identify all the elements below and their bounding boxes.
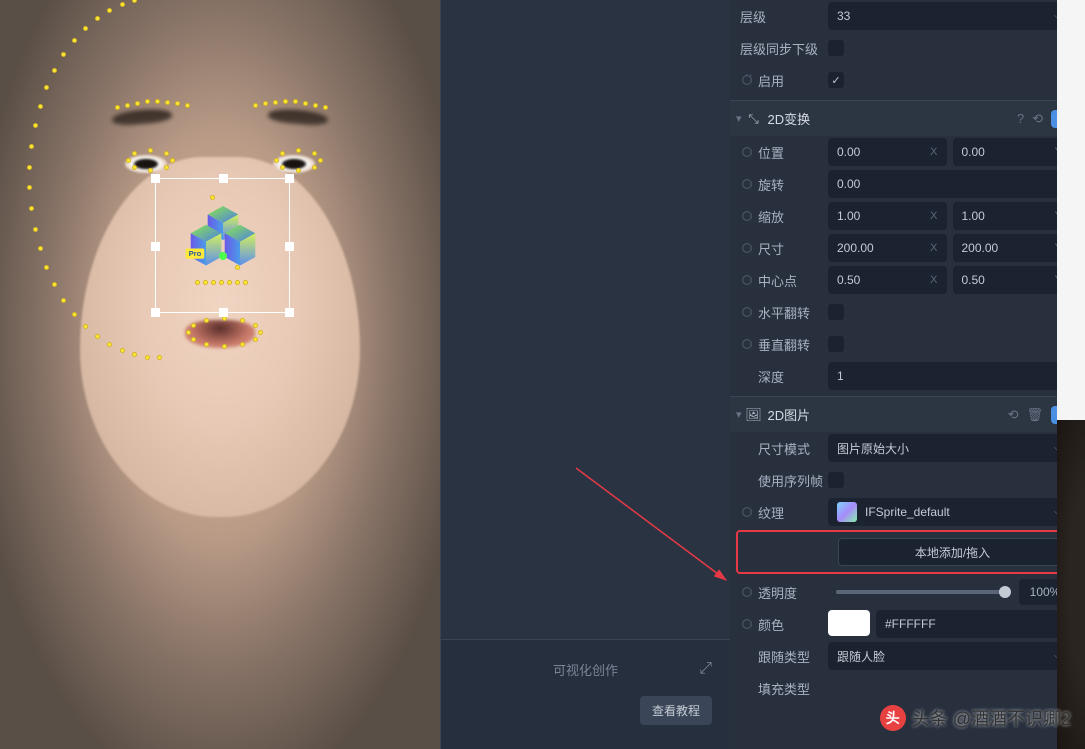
- texture-dropdown[interactable]: IFSprite_default: [828, 498, 1071, 526]
- svg-text:Pro: Pro: [188, 249, 201, 258]
- resize-handle-ml[interactable]: [151, 242, 160, 251]
- enabled-checkbox[interactable]: [828, 72, 844, 88]
- color-swatch[interactable]: [828, 610, 870, 636]
- hflip-label: 水平翻转: [758, 303, 810, 322]
- delete-icon[interactable]: 🗑: [1026, 407, 1043, 423]
- reset-icon[interactable]: [740, 305, 754, 319]
- size-mode-dropdown[interactable]: 图片原始大小: [828, 434, 1071, 462]
- fill-type-label: 填充类型: [758, 679, 810, 698]
- hflip-checkbox[interactable]: [828, 304, 844, 320]
- opacity-label: 透明度: [758, 583, 797, 602]
- reset-icon[interactable]: [740, 617, 754, 631]
- reset-icon[interactable]: [740, 209, 754, 223]
- position-label: 位置: [758, 143, 784, 162]
- section-2d-image-header[interactable]: ▾ 🖼 2D图片 ⟲ 🗑: [730, 396, 1079, 432]
- color-hex-input[interactable]: #FFFFFF: [876, 610, 1071, 638]
- reset-icon[interactable]: [740, 505, 754, 519]
- resize-handle-tl[interactable]: [151, 174, 160, 183]
- highlight-annotation: 本地添加/拖入: [736, 530, 1073, 574]
- scale-y-input[interactable]: 1.00Y: [953, 202, 1072, 230]
- center-x-input[interactable]: 0.50X: [828, 266, 947, 294]
- use-seq-checkbox[interactable]: [828, 472, 844, 488]
- caret-down-icon: ▾: [736, 408, 742, 421]
- toutiao-logo-icon: 头: [880, 705, 906, 731]
- center-y-input[interactable]: 0.50Y: [953, 266, 1072, 294]
- reset-section-icon[interactable]: ⟲: [1032, 111, 1043, 127]
- section-2d-transform-header[interactable]: ▾ ⤡ 2D变换 ? ⟲: [730, 100, 1079, 136]
- reset-icon[interactable]: [740, 177, 754, 191]
- center-panel: 可视化创作 ⤢ 查看教程: [440, 0, 730, 749]
- size-x-input[interactable]: 200.00X: [828, 234, 947, 262]
- sprite-cube-icon[interactable]: Pro: [180, 199, 265, 284]
- center-label: 中心点: [758, 271, 797, 290]
- reset-icon[interactable]: [740, 73, 754, 87]
- follow-type-dropdown[interactable]: 跟随人脸: [828, 642, 1071, 670]
- depth-input[interactable]: 1: [828, 362, 1071, 390]
- visualization-label: 可视化创作: [441, 660, 730, 679]
- position-y-input[interactable]: 0.00Y: [953, 138, 1072, 166]
- texture-label: 纹理: [758, 503, 784, 522]
- selection-box[interactable]: Pro: [155, 178, 290, 313]
- vflip-checkbox[interactable]: [828, 336, 844, 352]
- eyebrow-right: [268, 107, 329, 126]
- annotation-arrow: [441, 0, 730, 749]
- anchor-point[interactable]: [219, 252, 227, 260]
- viewport[interactable]: Pro: [0, 0, 440, 749]
- scale-label: 缩放: [758, 207, 784, 226]
- vflip-label: 垂直翻转: [758, 335, 810, 354]
- image-icon: 🖼: [746, 407, 762, 423]
- sync-sub-checkbox[interactable]: [828, 40, 844, 56]
- use-seq-label: 使用序列帧: [758, 471, 823, 490]
- enabled-label: 启用: [758, 71, 784, 90]
- follow-type-label: 跟随类型: [758, 647, 810, 666]
- texture-thumb-icon: [837, 502, 857, 522]
- position-x-input[interactable]: 0.00X: [828, 138, 947, 166]
- resize-handle-br[interactable]: [285, 308, 294, 317]
- add-local-button[interactable]: 本地添加/拖入: [838, 538, 1067, 566]
- opacity-slider[interactable]: [836, 590, 1005, 594]
- eye-left: [125, 155, 167, 173]
- rotation-label: 旋转: [758, 175, 784, 194]
- size-label: 尺寸: [758, 239, 784, 258]
- sync-sub-label: 层级同步下级: [740, 39, 818, 58]
- caret-down-icon: ▾: [736, 112, 742, 125]
- reset-icon[interactable]: [740, 337, 754, 351]
- properties-panel[interactable]: 层级 33 层级同步下级 启用 ▾ ⤡ 2D变换 ? ⟲ 位置 0.00X: [730, 0, 1085, 749]
- resize-handle-mr[interactable]: [285, 242, 294, 251]
- reset-icon[interactable]: [740, 145, 754, 159]
- transform-icon: ⤡: [746, 111, 762, 127]
- layer-dropdown[interactable]: 33: [828, 2, 1071, 30]
- watermark: 头 头条 @酒酒不识卿2: [880, 705, 1071, 731]
- reset-icon[interactable]: [740, 241, 754, 255]
- layer-label: 层级: [740, 7, 766, 26]
- help-icon[interactable]: ?: [1017, 111, 1024, 126]
- resize-handle-tr[interactable]: [285, 174, 294, 183]
- expand-icon[interactable]: ⤢: [699, 660, 712, 678]
- depth-label: 深度: [758, 367, 784, 386]
- resize-handle-bm[interactable]: [219, 308, 228, 317]
- mouth: [185, 320, 255, 348]
- resize-handle-bl[interactable]: [151, 308, 160, 317]
- reset-section-icon[interactable]: ⟲: [1008, 407, 1019, 423]
- scale-x-input[interactable]: 1.00X: [828, 202, 947, 230]
- color-label: 颜色: [758, 615, 784, 634]
- size-mode-label: 尺寸模式: [758, 439, 810, 458]
- far-right-strip: [1057, 0, 1085, 749]
- reset-icon[interactable]: [740, 585, 754, 599]
- eye-right: [273, 155, 315, 173]
- resize-handle-tm[interactable]: [219, 174, 228, 183]
- eyebrow-left: [112, 107, 173, 126]
- reset-icon[interactable]: [740, 273, 754, 287]
- rotation-input[interactable]: 0.00: [828, 170, 1071, 198]
- size-y-input[interactable]: 200.00Y: [953, 234, 1072, 262]
- tutorial-button[interactable]: 查看教程: [640, 696, 712, 725]
